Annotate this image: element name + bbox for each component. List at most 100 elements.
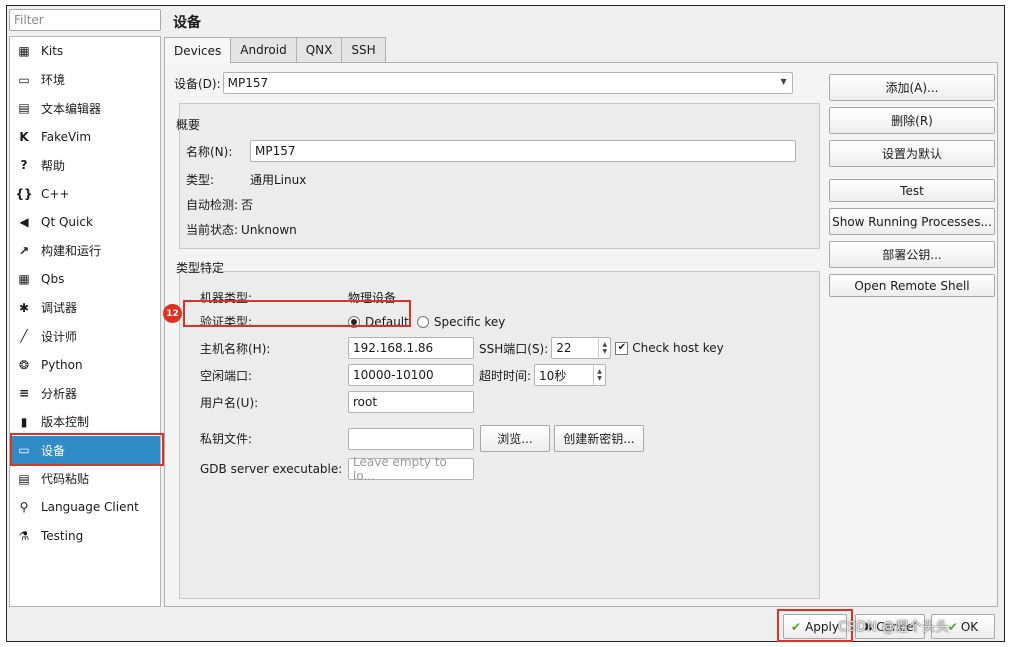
user-value: root [353, 395, 378, 409]
sidebar-item-label: 代码粘贴 [41, 472, 90, 487]
device-combobox[interactable]: MP157 ▼ [222, 72, 793, 94]
sidebar-item-label: Kits [41, 44, 64, 59]
remove-device-button[interactable]: 删除(R) [829, 107, 995, 134]
machine-type-value: 物理设备 [348, 291, 397, 305]
filter-input[interactable]: Filter [9, 9, 161, 31]
help-icon: ? [20, 158, 28, 173]
build-run-icon: ↗ [18, 243, 30, 258]
tab-ssh[interactable]: SSH [341, 37, 386, 62]
create-key-button[interactable]: 创建新密钥... [554, 425, 644, 452]
sidebar-item[interactable]: ▮ 版本控制 [10, 408, 160, 437]
autodetect-row: 自动检测: 否 [186, 196, 253, 213]
sidebar-item[interactable]: ▭ 环境 [10, 66, 160, 95]
sidebar-item[interactable]: ≡ 分析器 [10, 379, 160, 408]
version-control-icon: ▮ [20, 414, 28, 429]
test-button[interactable]: Test [829, 179, 995, 202]
user-input[interactable]: root [348, 391, 474, 413]
sidebar-item[interactable]: ⚗ Testing [10, 522, 160, 551]
sidebar-item[interactable]: ▤ 文本编辑器 [10, 94, 160, 123]
cpp-icon: {} [15, 186, 33, 201]
sidebar-item[interactable]: ╱ 设计师 [10, 322, 160, 351]
ssh-port-label: SSH端口(S): [479, 341, 549, 356]
spinner-arrows-icon[interactable]: ▲ ▼ [598, 338, 610, 358]
browse-button[interactable]: 浏览... [480, 425, 550, 452]
remote-shell-button[interactable]: Open Remote Shell [829, 274, 995, 297]
tab-devices[interactable]: Devices [164, 37, 232, 63]
gdb-label: GDB server executable: [200, 462, 343, 476]
testing-icon: ⚗ [18, 528, 30, 543]
designer-icon: ╱ [20, 329, 28, 344]
sidebar-item[interactable]: {} C++ [10, 180, 160, 209]
gdb-input[interactable]: Leave empty to lo... [348, 455, 474, 483]
add-device-button[interactable]: 添加(A)... [829, 74, 995, 101]
auth-specific-label[interactable]: Specific key [434, 315, 506, 329]
autodetect-label: 自动检测: [186, 198, 239, 212]
sidebar-item[interactable]: ▤ 代码粘贴 [10, 465, 160, 494]
key-label: 私钥文件: [200, 432, 253, 446]
check-host-key-label[interactable]: Check host key [632, 341, 723, 355]
spinner-arrows-icon[interactable]: ▲ ▼ [593, 365, 605, 385]
code-paste-icon: ▤ [18, 471, 30, 486]
user-label: 用户名(U): [200, 395, 259, 410]
ok-label: OK [960, 619, 979, 634]
timeout-spinbox[interactable]: 10秒 ▲ ▼ [534, 364, 607, 386]
key-input[interactable] [348, 427, 474, 450]
sidebar-item[interactable]: ✱ 调试器 [10, 294, 160, 323]
ssh-port-spinbox[interactable]: 22 ▲ ▼ [551, 337, 612, 359]
devices-panel: 设备(D): MP157 ▼ 概要 名称(N): MP157 类型: 通用Lin… [164, 62, 998, 607]
sidebar-item[interactable]: ⚲ Language Client [10, 493, 160, 522]
checkmark-icon: ✔ [947, 619, 958, 634]
sidebar-item-label: Language Client [41, 500, 139, 515]
type-label: 类型: [186, 173, 215, 187]
type-specific-group: 类型特定 机器类型: 物理设备 验证类型: Default Specific k… [176, 261, 820, 599]
sidebar-item[interactable]: ▭ 设备 [10, 436, 160, 465]
sidebar-item[interactable]: ▦ Kits [10, 37, 160, 66]
sidebar-item[interactable]: ❂ Python [10, 351, 160, 380]
sidebar-item-label: 设备 [41, 443, 66, 458]
device-value: MP157 [227, 76, 269, 90]
qbs-icon: ▦ [18, 272, 30, 287]
sidebar-item[interactable]: ◀ Qt Quick [10, 208, 160, 237]
monitor-icon: ▭ [18, 72, 30, 87]
sidebar-item[interactable]: ▦ Qbs [10, 265, 160, 294]
free-ports-row: 空闲端口: 10000-10100 超时时间: 10秒 ▲ ▼ [200, 364, 607, 386]
sidebar: ▦ Kits ▭ 环境 ▤ 文本编辑器 K FakeVim? 帮助 {} C++ ◀ Qt Quick ↗… [9, 36, 161, 607]
name-input[interactable]: MP157 [250, 140, 796, 162]
sidebar-item[interactable]: ? 帮助 [10, 151, 160, 180]
host-input[interactable]: 192.168.1.86 [348, 337, 474, 359]
free-ports-input[interactable]: 10000-10100 [348, 364, 474, 386]
set-default-button[interactable]: 设置为默认 [829, 140, 995, 167]
summary-group: 概要 名称(N): MP157 类型: 通用Linux 自动检测: 否 当前状态… [176, 103, 820, 249]
text-editor-icon: ▤ [18, 101, 30, 116]
deploy-key-button[interactable]: 部署公钥... [829, 241, 995, 268]
free-ports-value: 10000-10100 [353, 368, 434, 382]
summary-title: 概要 [176, 118, 201, 132]
check-host-key-checkbox[interactable]: ✔ [615, 341, 629, 355]
host-value: 192.168.1.86 [353, 341, 434, 355]
sidebar-item[interactable]: ↗ 构建和运行 [10, 237, 160, 266]
tab-qnx[interactable]: QNX [295, 37, 343, 62]
state-value: Unknown [241, 222, 297, 237]
python-icon: ❂ [18, 357, 30, 372]
name-label: 名称(N): [186, 144, 233, 159]
show-processes-button[interactable]: Show Running Processes... [829, 208, 995, 235]
device-selector-row: 设备(D): MP157 ▼ [174, 72, 793, 94]
host-row: 主机名称(H): 192.168.1.86 SSH端口(S): 22 ▲ ▼ ✔ … [200, 337, 724, 359]
watermark: CSDN @煜个头头 [838, 620, 950, 635]
sidebar-item-label: 帮助 [41, 158, 66, 173]
kits-icon: ▦ [18, 44, 30, 59]
auth-label: 验证类型: [200, 315, 253, 329]
sidebar-item-label: Qbs [41, 272, 65, 287]
auth-default-label[interactable]: Default [365, 315, 409, 329]
devices-icon: ▭ [18, 443, 30, 458]
state-row: 当前状态: Unknown [186, 221, 297, 238]
sidebar-item[interactable]: K FakeVim [10, 123, 160, 152]
sidebar-item-label: 调试器 [41, 301, 78, 316]
device-label: 设备(D): [174, 76, 221, 91]
tab-android[interactable]: Android [230, 37, 297, 62]
analyzer-icon: ≡ [18, 386, 30, 401]
sidebar-item-label: Testing [41, 528, 84, 543]
free-ports-label: 空闲端口: [200, 368, 253, 383]
auth-default-radio[interactable] [348, 315, 360, 328]
auth-specific-radio[interactable] [416, 315, 429, 328]
